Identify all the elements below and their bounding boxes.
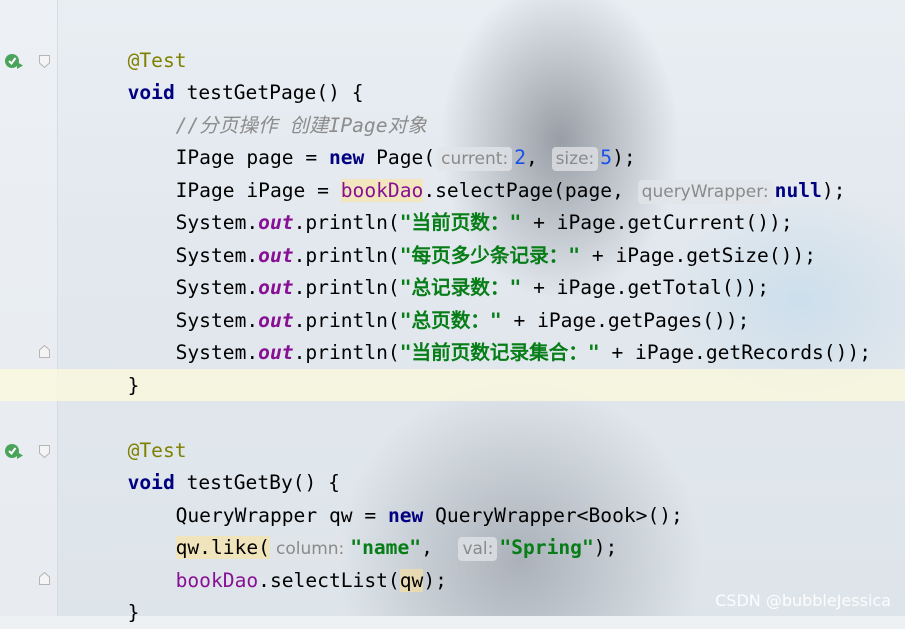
code-text: }	[127, 601, 140, 624]
fold-marker-icon[interactable]	[39, 445, 50, 458]
code-line[interactable]: qw.like(column: "name", val: "Spring");	[152, 500, 617, 561]
editor-gutter[interactable]	[0, 0, 58, 616]
fold-end-marker-icon[interactable]	[39, 572, 50, 585]
code-line-annotation[interactable]: @Test	[104, 403, 187, 462]
code-line[interactable]: System.out.println("当前页数：" + iPage.getCu…	[152, 175, 793, 234]
code-text: System.	[175, 341, 259, 364]
code-line[interactable]: QueryWrapper qw = new QueryWrapper<Book>…	[152, 468, 683, 527]
fold-end-marker-icon[interactable]	[39, 345, 50, 358]
fold-marker-icon[interactable]	[39, 55, 50, 68]
code-line[interactable]: System.out.println("总记录数：" + iPage.getTo…	[152, 240, 769, 299]
code-line-method-decl[interactable]: void testGetPage() {	[104, 45, 364, 104]
code-text: }	[127, 374, 140, 397]
code-line-annotation[interactable]: @Test	[104, 13, 187, 72]
run-test-icon[interactable]	[4, 441, 24, 461]
string-literal: "当前页数记录集合："	[399, 341, 600, 364]
code-text: );	[593, 536, 618, 559]
param-hint: val:	[458, 537, 498, 561]
code-line[interactable]: bookDao.selectList(qw);	[152, 533, 447, 592]
variable-reference: qw	[399, 569, 424, 592]
code-line[interactable]: System.out.println("总页数：" + iPage.getPag…	[152, 273, 750, 332]
field-reference: bookDao	[175, 569, 259, 592]
code-line-method-decl[interactable]: void testGetBy() {	[104, 435, 340, 494]
watermark: CSDN @bubbleJessica	[715, 591, 891, 610]
static-field: out	[258, 341, 294, 364]
code-line[interactable]: IPage page = new Page(current: 2, size: 5)…	[152, 110, 636, 171]
code-line[interactable]: System.out.println("每页多少条记录：" + iPage.ge…	[152, 208, 816, 267]
code-line[interactable]: IPage iPage = bookDao.selectPage(page, q…	[152, 143, 845, 204]
code-line-closing-brace[interactable]: }	[104, 565, 140, 624]
code-text: .selectList(	[258, 569, 400, 592]
code-text: + iPage.getRecords());	[599, 341, 871, 364]
code-text: .println(	[293, 341, 400, 364]
code-text: );	[423, 569, 447, 592]
gutter-divider	[57, 0, 58, 616]
code-line[interactable]: System.out.println("当前页数记录集合：" + iPage.g…	[152, 305, 871, 364]
code-text: );	[821, 179, 846, 202]
run-test-icon[interactable]	[4, 51, 24, 71]
code-line-closing-brace[interactable]: }	[104, 338, 140, 397]
code-line-comment[interactable]: //分页操作 创建IPage对象	[152, 78, 427, 137]
string-literal: "Spring"	[499, 536, 594, 559]
